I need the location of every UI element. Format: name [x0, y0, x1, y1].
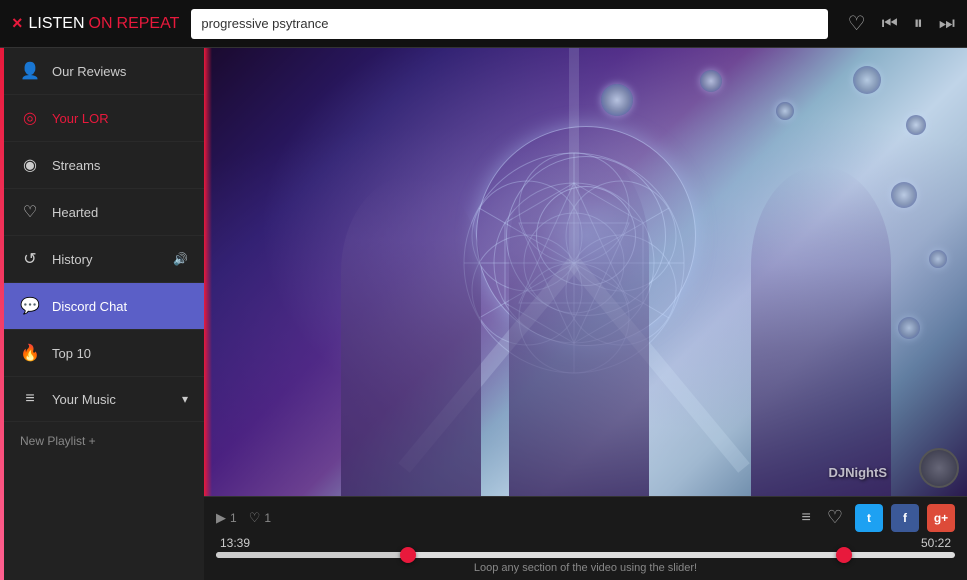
logo-x: ×: [12, 13, 23, 34]
progress-slider: [216, 552, 955, 558]
header-playpause-icon[interactable]: ⏸: [914, 13, 923, 34]
player-controls: ▶ 1 ♡ 1 ≡ ♡ t f g+ 13:3: [204, 496, 967, 580]
sidebar-label-streams: Streams: [52, 158, 100, 173]
header-controls: ♡ ⏮ ⏸ ⏭: [848, 11, 955, 36]
googleplus-button[interactable]: g+: [927, 504, 955, 532]
video-thumbnail: DJNightS: [204, 48, 967, 496]
count-heart-icon: ♡: [249, 510, 261, 526]
top10-icon: 🔥: [20, 343, 40, 363]
sidebar-item-our-reviews[interactable]: 👤 Our Reviews: [4, 48, 204, 95]
sidebar-item-discord-chat[interactable]: 💬 Discord Chat: [4, 283, 204, 330]
sidebar-label-discord-chat: Discord Chat: [52, 299, 127, 314]
sidebar-label-top-10: Top 10: [52, 346, 91, 361]
user-counts: ▶ 1 ♡ 1: [216, 510, 271, 526]
new-playlist-button[interactable]: New Playlist +: [4, 422, 204, 460]
twitter-button[interactable]: t: [855, 504, 883, 532]
header-heart-icon[interactable]: ♡: [848, 11, 866, 36]
logo-on: ON: [89, 15, 113, 33]
like-button[interactable]: ♡: [823, 503, 847, 532]
queue-button[interactable]: ≡: [798, 505, 815, 531]
sidebar-item-your-lor[interactable]: ◎ Your LOR: [4, 95, 204, 142]
orb-7: [929, 250, 947, 268]
orb-1: [601, 84, 633, 116]
sidebar-item-your-music[interactable]: ≡ Your Music ▾: [4, 377, 204, 422]
action-buttons: ≡ ♡ t f g+: [798, 503, 955, 532]
header-next-icon[interactable]: ⏭: [939, 13, 955, 34]
slider-fill: [216, 552, 408, 558]
slider-handle-right[interactable]: [836, 547, 852, 563]
logo-listen: LISTEN: [29, 15, 85, 33]
logo: × LISTEN ON REPEAT: [12, 13, 179, 34]
orb-3: [776, 102, 794, 120]
lor-icon: ◎: [20, 108, 40, 128]
figure-left: [341, 176, 481, 496]
controls-row-top: ▶ 1 ♡ 1 ≡ ♡ t f g+: [216, 503, 955, 532]
your-music-icon: ≡: [20, 390, 40, 408]
video-watermark: DJNightS: [829, 465, 888, 480]
time-total: 50:22: [921, 536, 951, 550]
orb-8: [898, 317, 920, 339]
orb-6: [891, 182, 917, 208]
play-count: ▶ 1: [216, 510, 237, 526]
streams-icon: ◉: [20, 155, 40, 175]
figure-center: [509, 146, 649, 496]
history-icon: ↺: [20, 249, 40, 269]
main-content: DJNightS ▶ 1 ♡ 1: [204, 48, 967, 580]
slider-hint: Loop any section of the video using the …: [216, 562, 955, 574]
main-layout: 👤 Our Reviews ◎ Your LOR ◉ Streams ♡ Hea…: [0, 48, 967, 580]
slider-handle-left[interactable]: [400, 547, 416, 563]
history-volume-icon: 🔊: [173, 252, 188, 266]
hearted-icon: ♡: [20, 202, 40, 222]
sidebar-label-history: History: [52, 252, 92, 267]
app-header: × LISTEN ON REPEAT ♡ ⏮ ⏸ ⏭: [0, 0, 967, 48]
sidebar-label-your-music: Your Music: [52, 392, 116, 407]
video-area: DJNightS: [204, 48, 967, 496]
chevron-down-icon: ▾: [182, 392, 188, 406]
sidebar-item-history[interactable]: ↺ History 🔊: [4, 236, 204, 283]
facebook-button[interactable]: f: [891, 504, 919, 532]
play-count-value: 1: [230, 511, 237, 525]
time-current: 13:39: [220, 536, 250, 550]
heart-count-value: 1: [264, 511, 271, 525]
sidebar-item-hearted[interactable]: ♡ Hearted: [4, 189, 204, 236]
discord-icon: 💬: [20, 296, 40, 316]
orb-4: [853, 66, 881, 94]
sidebar-item-top-10[interactable]: 🔥 Top 10: [4, 330, 204, 377]
slider-track[interactable]: [216, 552, 955, 558]
sidebar-label-our-reviews: Our Reviews: [52, 64, 126, 79]
video-left-gradient: [204, 48, 212, 496]
play-icon: ▶: [216, 510, 226, 526]
logo-repeat: REPEAT: [117, 15, 180, 33]
sidebar-label-your-lor: Your LOR: [52, 111, 109, 126]
figure-right: [751, 166, 891, 496]
video-avatar: [919, 448, 959, 488]
reviews-icon: 👤: [20, 61, 40, 81]
sidebar-label-hearted: Hearted: [52, 205, 98, 220]
sidebar-item-streams[interactable]: ◉ Streams: [4, 142, 204, 189]
heart-count: ♡ 1: [249, 510, 271, 526]
header-prev-icon[interactable]: ⏮: [882, 13, 898, 34]
sidebar: 👤 Our Reviews ◎ Your LOR ◉ Streams ♡ Hea…: [4, 48, 204, 580]
search-input[interactable]: [191, 9, 827, 39]
